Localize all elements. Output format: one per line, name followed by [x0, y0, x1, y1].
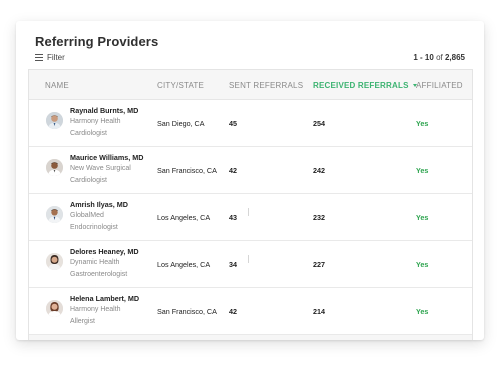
pagination-range: 1 - 10 [413, 53, 434, 62]
affiliated-value: Yes [416, 260, 429, 269]
column-header-sent-referrals[interactable]: Sent Referrals [229, 81, 303, 90]
providers-table: Name City/State Sent Referrals Received … [28, 69, 473, 340]
provider-specialty: Cardiologist [70, 177, 107, 184]
filter-button[interactable]: Filter [35, 53, 65, 62]
provider-city-state: San Francisco, CA [157, 307, 217, 316]
provider-organization: GlobalMed [70, 212, 104, 219]
provider-city-state: San Diego, CA [157, 119, 205, 128]
received-referrals-value: 227 [313, 260, 325, 269]
table-row[interactable]: Raynald Burnts, MD Harmony Health Cardio… [29, 100, 472, 147]
sent-referrals-value: 42 [229, 307, 237, 316]
provider-city-state: Los Angeles, CA [157, 213, 211, 222]
referring-providers-card: Referring Providers Filter 1 - 10 of 2,8… [16, 21, 484, 340]
table-row[interactable]: Maurice Williams, MD New Wave Surgical C… [29, 147, 472, 194]
provider-specialty: Endocrinologist [70, 224, 118, 231]
sent-referrals-value: 42 [229, 166, 237, 175]
provider-specialty: Allergist [70, 318, 95, 325]
table-header: Name City/State Sent Referrals Received … [29, 70, 472, 100]
affiliated-value: Yes [416, 213, 429, 222]
provider-organization: Harmony Health [70, 118, 121, 125]
provider-organization: Harmony Health [70, 306, 121, 313]
avatar [46, 159, 63, 176]
provider-name[interactable]: Raynald Burnts, MD [70, 106, 138, 115]
provider-name[interactable]: Helena Lambert, MD [70, 294, 139, 303]
table-row[interactable]: Helena Lambert, MD Harmony Health Allerg… [29, 288, 472, 335]
received-referrals-value: 214 [313, 307, 325, 316]
received-referrals-label: Received Referrals [313, 81, 409, 90]
sent-referrals-value: 45 [229, 119, 237, 128]
provider-city-state: Los Angeles, CA [157, 260, 211, 269]
cursor-mark [248, 208, 249, 216]
received-referrals-value: 242 [313, 166, 325, 175]
affiliated-value: Yes [416, 307, 429, 316]
column-header-city-state[interactable]: City/State [157, 81, 204, 90]
avatar [46, 206, 63, 223]
sent-referrals-value: 43 [229, 213, 237, 222]
provider-city-state: San Francisco, CA [157, 166, 217, 175]
provider-organization: New Wave Surgical [70, 165, 131, 172]
provider-organization: Dynamic Health [70, 259, 120, 266]
pagination-total: 2,865 [444, 53, 465, 62]
sent-referrals-value: 34 [229, 260, 237, 269]
provider-name[interactable]: Delores Heaney, MD [70, 247, 139, 256]
table-row[interactable]: Delores Heaney, MD Dynamic Health Gastro… [29, 241, 472, 288]
pagination-of: of [436, 53, 443, 62]
filter-icon [35, 54, 43, 61]
affiliated-value: Yes [416, 166, 429, 175]
affiliated-value: Yes [416, 119, 429, 128]
avatar [46, 112, 63, 129]
filter-label: Filter [47, 53, 65, 62]
avatar [46, 253, 63, 270]
provider-specialty: Cardiologist [70, 130, 107, 137]
avatar [46, 300, 63, 317]
provider-name[interactable]: Maurice Williams, MD [70, 153, 143, 162]
column-header-name[interactable]: Name [45, 81, 69, 90]
received-referrals-value: 254 [313, 119, 325, 128]
cursor-mark [248, 255, 249, 263]
column-header-affiliated[interactable]: Affiliated [416, 81, 463, 90]
pagination-count: 1 - 10 of 2,865 [413, 53, 465, 62]
table-row[interactable]: Amrish Ilyas, MD GlobalMed Endocrinologi… [29, 194, 472, 241]
page-title: Referring Providers [35, 34, 159, 49]
column-header-received-referrals[interactable]: Received Referrals [313, 81, 417, 90]
received-referrals-value: 232 [313, 213, 325, 222]
provider-name[interactable]: Amrish Ilyas, MD [70, 200, 128, 209]
provider-specialty: Gastroenterologist [70, 271, 128, 278]
